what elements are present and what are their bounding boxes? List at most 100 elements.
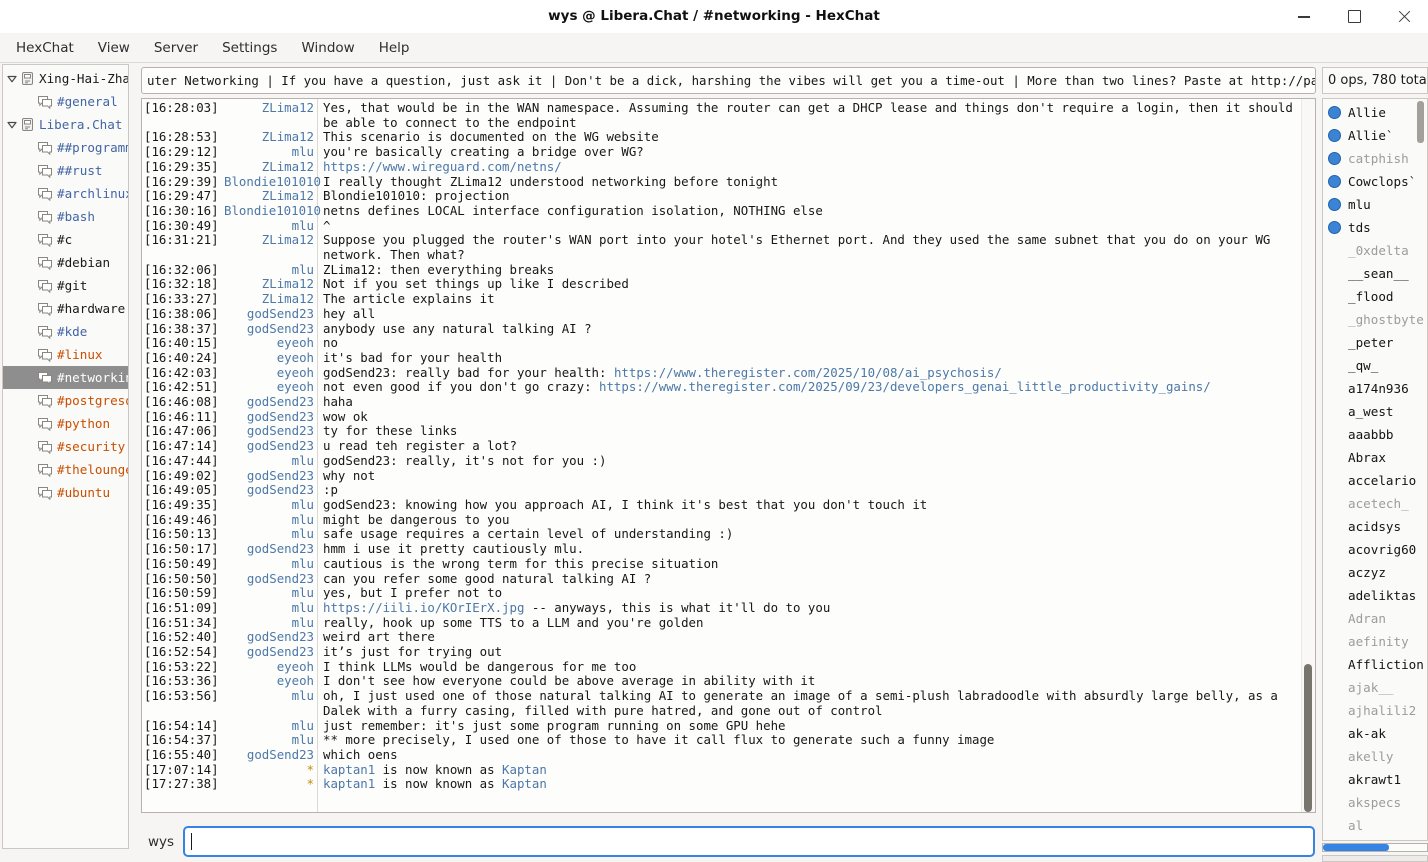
tree-item-label: #thelounge xyxy=(57,462,129,477)
user-list-item[interactable]: _flood xyxy=(1323,285,1427,308)
message-text: which oens xyxy=(314,748,1302,763)
menu-view[interactable]: View xyxy=(86,34,142,62)
user-list-item[interactable]: Allie xyxy=(1323,101,1427,124)
tree-item--kde[interactable]: #kde xyxy=(3,320,128,343)
timestamp: [16:47:44] xyxy=(142,454,224,469)
user-list-item[interactable]: Affliction xyxy=(1323,653,1427,676)
user-list-item[interactable]: _ghostbyte xyxy=(1323,308,1427,331)
user-list-item[interactable]: mlu xyxy=(1323,193,1427,216)
message-text: ZLima12: then everything breaks xyxy=(314,263,1302,278)
user-list-item[interactable]: adeliktas xyxy=(1323,584,1427,607)
expander-arrow-icon[interactable] xyxy=(6,73,20,85)
user-list-item[interactable]: acovrig60 xyxy=(1323,538,1427,561)
tree-item--c[interactable]: #c xyxy=(3,228,128,251)
message-nick: godSend23 xyxy=(224,630,314,645)
tree-item--rust[interactable]: ##rust xyxy=(3,159,128,182)
tree-item-label: #bash xyxy=(57,209,95,224)
menu-hexchat[interactable]: HexChat xyxy=(4,34,86,62)
menu-settings[interactable]: Settings xyxy=(210,34,289,62)
tree-item--git[interactable]: #git xyxy=(3,274,128,297)
user-list-item[interactable]: catphish xyxy=(1323,147,1427,170)
user-list-item[interactable]: Cowclops` xyxy=(1323,170,1427,193)
menu-server[interactable]: Server xyxy=(142,34,210,62)
channel-icon xyxy=(37,325,53,339)
user-list-item[interactable]: _qw_ xyxy=(1323,354,1427,377)
menu-window[interactable]: Window xyxy=(289,34,366,62)
user-list-item[interactable]: Abrax xyxy=(1323,446,1427,469)
user-list-item[interactable]: al xyxy=(1323,814,1427,837)
tree-item--bash[interactable]: #bash xyxy=(3,205,128,228)
user-list-item[interactable]: __sean__ xyxy=(1323,262,1427,285)
message-nick: godSend23 xyxy=(224,410,314,425)
chat-message-row: [16:46:11]godSend23wow ok xyxy=(142,410,1302,425)
user-nick: Cowclops` xyxy=(1348,174,1416,189)
user-list-item[interactable]: ajhalili2 xyxy=(1323,699,1427,722)
user-list-item[interactable]: aczyz xyxy=(1323,561,1427,584)
chat-scrollbar[interactable] xyxy=(1301,99,1315,812)
message-segment: u read teh register a lot? xyxy=(323,438,517,453)
tree-item--thelounge[interactable]: #thelounge xyxy=(3,458,128,481)
tree-item--linux[interactable]: #linux xyxy=(3,343,128,366)
user-list-item[interactable]: acidsys xyxy=(1323,515,1427,538)
user-list-item[interactable]: akrawt1 xyxy=(1323,768,1427,791)
user-list-scrollbar-thumb[interactable] xyxy=(1417,101,1424,143)
user-list-item[interactable]: accelario xyxy=(1323,469,1427,492)
message-link[interactable]: https://iili.io/KOrIErX.jpg xyxy=(323,600,524,615)
user-list-item[interactable]: aefinity xyxy=(1323,630,1427,653)
maximize-button[interactable] xyxy=(1344,7,1364,27)
message-segment: haha xyxy=(323,394,353,409)
minimize-button[interactable] xyxy=(1294,7,1314,27)
user-list-item[interactable]: _peter xyxy=(1323,331,1427,354)
user-nick: Abrax xyxy=(1348,450,1386,465)
tree-item-libera-chat[interactable]: Libera.Chat xyxy=(3,113,128,136)
message-nick: eyeoh xyxy=(224,351,314,366)
user-list-item[interactable]: acetech_ xyxy=(1323,492,1427,515)
tree-item--debian[interactable]: #debian xyxy=(3,251,128,274)
user-list-item[interactable]: a174n936 xyxy=(1323,377,1427,400)
tree-item--general[interactable]: #general xyxy=(3,90,128,113)
message-nick: godSend23 xyxy=(224,307,314,322)
tree-item-xing-hai-zhan[interactable]: Xing-Hai-Zhan xyxy=(3,67,128,90)
tree-item--networking[interactable]: #networking xyxy=(3,366,128,389)
voice-dot-placeholder xyxy=(1328,428,1341,441)
user-list-scrollbar[interactable] xyxy=(1416,100,1425,838)
user-list-item[interactable]: akspecs xyxy=(1323,791,1427,814)
tree-item--programming[interactable]: ##programming xyxy=(3,136,128,159)
user-list-item[interactable]: a_west xyxy=(1323,400,1427,423)
message-link[interactable]: https://www.theregister.com/2025/10/08/a… xyxy=(614,365,1002,380)
tree-item--archlinux[interactable]: #archlinux xyxy=(3,182,128,205)
tree-item--security[interactable]: #security xyxy=(3,435,128,458)
menu-help[interactable]: Help xyxy=(367,34,422,62)
message-nick: mlu xyxy=(224,733,314,748)
timestamp: [16:42:51] xyxy=(142,380,224,395)
user-list-item[interactable]: ak-ak xyxy=(1323,722,1427,745)
user-list-item[interactable]: _0xdelta xyxy=(1323,239,1427,262)
message-input[interactable] xyxy=(183,826,1315,857)
timestamp: [16:50:17] xyxy=(142,542,224,557)
expander-arrow-icon[interactable] xyxy=(6,119,20,131)
message-text: I really thought ZLima12 understood netw… xyxy=(314,175,1302,190)
voice-dot-icon xyxy=(1328,198,1341,211)
user-list-item[interactable]: Allie` xyxy=(1323,124,1427,147)
chat-message-row: [16:50:50]godSend23can you refer some go… xyxy=(142,572,1302,587)
tree-item--ubuntu[interactable]: #ubuntu xyxy=(3,481,128,504)
chat-message-row: [16:53:36]eyeohI don't see how everyone … xyxy=(142,674,1302,689)
user-list-item[interactable]: tds xyxy=(1323,216,1427,239)
tree-item--hardware[interactable]: #hardware xyxy=(3,297,128,320)
close-button[interactable] xyxy=(1394,7,1414,27)
topic-bar[interactable]: uter Networking | If you have a question… xyxy=(141,67,1316,94)
user-list-item[interactable]: aaabbb xyxy=(1323,423,1427,446)
tree-item--python[interactable]: #python xyxy=(3,412,128,435)
user-count-header: 0 ops, 780 total xyxy=(1322,67,1428,94)
user-list-item[interactable]: akelly xyxy=(1323,745,1427,768)
message-nick: mlu xyxy=(224,454,314,469)
tree-item--postgresql[interactable]: #postgresql xyxy=(3,389,128,412)
message-link[interactable]: https://www.theregister.com/2025/09/23/d… xyxy=(599,379,1211,394)
user-nick: al xyxy=(1348,818,1363,833)
message-segment: weird art there xyxy=(323,629,435,644)
user-list-item[interactable]: Adran xyxy=(1323,607,1427,630)
chat-scrollbar-thumb[interactable] xyxy=(1304,664,1312,812)
voice-dot-placeholder xyxy=(1328,313,1341,326)
user-list-item[interactable]: ajak__ xyxy=(1323,676,1427,699)
message-link[interactable]: https://www.wireguard.com/netns/ xyxy=(323,159,562,174)
